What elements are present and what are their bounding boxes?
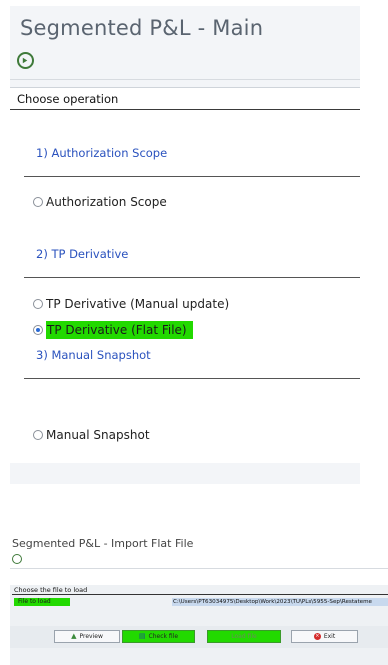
radio-label: Authorization Scope — [46, 195, 167, 209]
radio-button[interactable] — [33, 299, 43, 309]
choose-operation-label: Choose operation — [17, 92, 119, 106]
choose-operation-divider — [10, 109, 360, 110]
file-to-load-label: File to load — [14, 598, 70, 606]
radio-button[interactable] — [33, 430, 43, 440]
radio-label: TP Derivative (Manual update) — [46, 297, 230, 311]
radio-tp-derivative-flat-file[interactable]: TP Derivative (Flat File) — [33, 321, 193, 339]
execute-icon[interactable] — [17, 52, 34, 69]
load-file-button-label: Load file — [231, 633, 257, 640]
load-file-button[interactable]: Load file — [207, 630, 281, 643]
operation-panel — [10, 87, 360, 463]
section-divider — [24, 277, 360, 278]
radio-label: TP Derivative (Flat File) — [46, 321, 193, 339]
check-file-button-label: Check file — [148, 633, 179, 640]
preview-button[interactable]: ▲ Preview — [54, 630, 120, 643]
import-panel — [10, 585, 388, 665]
window-title: Segmented P&L - Main — [20, 16, 264, 40]
check-file-button[interactable]: ▤ Check file — [122, 630, 195, 643]
execute-icon[interactable] — [12, 554, 22, 564]
radio-tp-derivative-manual[interactable]: TP Derivative (Manual update) — [33, 297, 229, 311]
preview-button-label: Preview — [79, 633, 103, 640]
section-divider — [24, 378, 360, 379]
radio-label: Manual Snapshot — [46, 428, 150, 442]
radio-button-selected[interactable] — [33, 325, 43, 335]
section-title-tp-derivative: 2) TP Derivative — [36, 247, 129, 261]
execute-icon-glyph — [22, 57, 28, 64]
radio-manual-snapshot[interactable]: Manual Snapshot — [33, 428, 150, 442]
toolbar-divider — [10, 79, 360, 80]
radio-button[interactable] — [33, 197, 43, 207]
exit-icon: × — [313, 633, 321, 640]
preview-icon: ▲ — [71, 632, 77, 640]
choose-file-label: Choose the file to load — [14, 586, 88, 594]
section-divider — [24, 176, 360, 177]
file-path-input[interactable]: C:\Users\PT63034975\Desktop\Work\2023\TU… — [172, 598, 388, 606]
section-title-authorization-scope: 1) Authorization Scope — [36, 146, 168, 160]
section-title-manual-snapshot: 3) Manual Snapshot — [36, 348, 151, 362]
check-icon: ▤ — [138, 632, 146, 640]
exit-button[interactable]: × Exit — [291, 630, 358, 643]
radio-authorization-scope[interactable]: Authorization Scope — [33, 195, 167, 209]
import-window-title: Segmented P&L - Import Flat File — [12, 537, 194, 550]
exit-button-label: Exit — [323, 633, 336, 640]
toolbar-divider — [10, 568, 388, 569]
choose-file-divider — [12, 594, 388, 595]
